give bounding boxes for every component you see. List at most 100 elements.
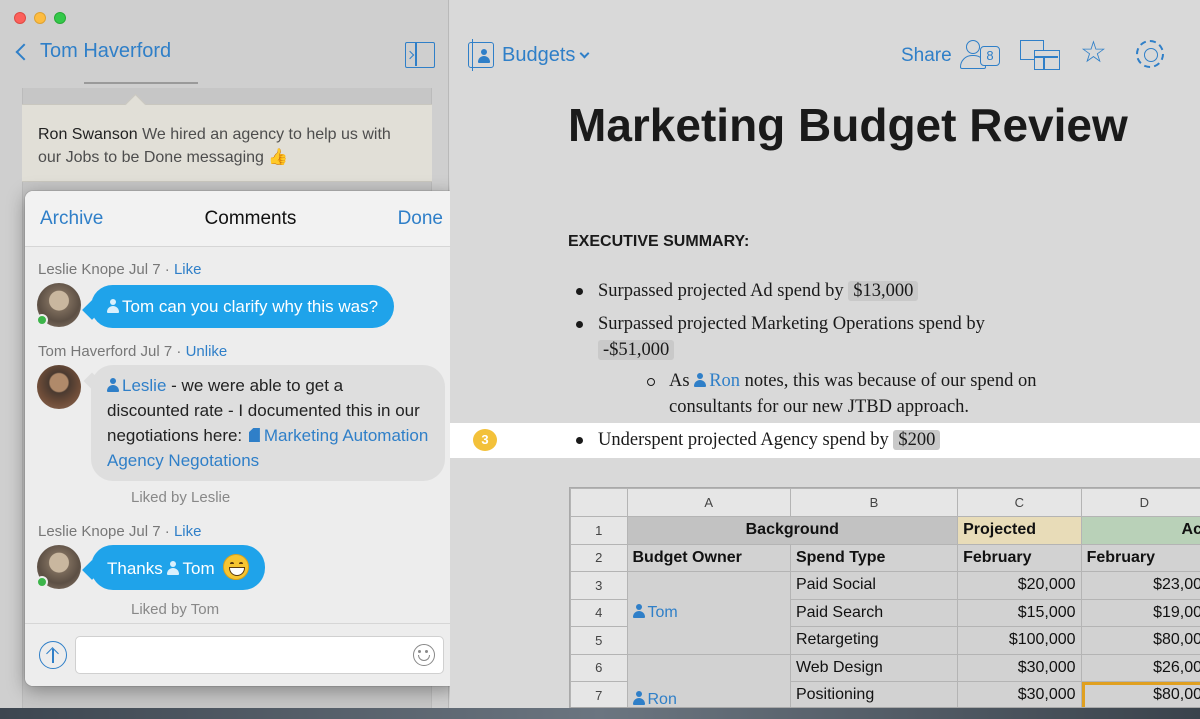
bullet-item[interactable]: Underspent projected Agency spend by $20… xyxy=(575,427,941,453)
mention-name: Tom xyxy=(182,559,215,578)
mention-leslie[interactable]: Leslie xyxy=(107,376,166,395)
comments-popover: Archive Comments Done Leslie Knope Jul 7… xyxy=(25,191,458,686)
chevron-left-icon xyxy=(15,43,33,60)
person-icon xyxy=(107,299,119,313)
bullet-item[interactable]: Surpassed projected Marketing Operations… xyxy=(576,311,1038,363)
spreadsheet[interactable]: A B C D 1 Background Projected Ac 2 Budg… xyxy=(569,487,1200,708)
owner-cell[interactable]: Ron xyxy=(626,653,791,708)
emoji-picker-icon[interactable] xyxy=(413,644,435,666)
sub-bullet-item[interactable]: As Ron notes, this was because of our sp… xyxy=(647,368,1089,420)
mention-ron[interactable]: Ron xyxy=(694,371,740,391)
folder-dropdown[interactable]: Budgets xyxy=(502,44,590,67)
close-window-button[interactable] xyxy=(14,12,26,24)
cell[interactable]: $100,000 xyxy=(957,626,1082,655)
row-number[interactable]: 1 xyxy=(570,516,628,545)
person-icon xyxy=(167,561,180,575)
cell[interactable]: Positioning xyxy=(789,681,959,707)
section-heading[interactable]: EXECUTIVE SUMMARY: xyxy=(568,233,749,251)
amount-chip: -$51,000 xyxy=(598,340,675,360)
online-status-icon xyxy=(36,314,48,326)
comment-bubble[interactable]: Thanks Tom xyxy=(91,545,266,590)
cell[interactable]: $20,000 xyxy=(957,571,1082,600)
document-title[interactable]: Marketing Budget Review xyxy=(568,98,1128,152)
row-number[interactable]: 7 xyxy=(570,681,628,707)
cell[interactable]: $80,00 xyxy=(1080,681,1200,707)
share-button[interactable]: Share xyxy=(901,45,952,67)
cell[interactable]: $30,000 xyxy=(957,681,1082,707)
header-cell[interactable]: Budget Owner xyxy=(626,543,791,572)
amount-chip: $200 xyxy=(893,430,941,450)
comment-bubble[interactable]: Leslie - we were able to get a discounte… xyxy=(91,365,445,481)
maximize-window-button[interactable] xyxy=(54,12,66,24)
back-button[interactable]: Tom Haverford xyxy=(14,40,171,63)
document-people-icon[interactable] xyxy=(468,39,494,71)
header-cell[interactable]: February xyxy=(957,543,1082,572)
row-number[interactable]: 3 xyxy=(570,571,628,600)
row-number[interactable]: 2 xyxy=(570,543,628,572)
cell[interactable]: Retargeting xyxy=(789,626,959,655)
mention-tom[interactable]: Tom xyxy=(167,559,215,578)
comment-meta: Leslie Knope Jul 7 · Like xyxy=(38,261,202,278)
avatar[interactable] xyxy=(36,283,81,327)
like-button[interactable]: Like xyxy=(174,523,202,540)
grinning-face-icon xyxy=(223,554,250,580)
comment-text: Thanks xyxy=(107,559,163,578)
group-header-cell[interactable]: Background xyxy=(626,516,959,545)
bullet-item[interactable]: Surpassed projected Ad spend by $13,000 xyxy=(575,278,919,304)
person-icon xyxy=(632,690,645,705)
done-button[interactable]: Done xyxy=(398,208,443,230)
liked-by: Liked by Leslie xyxy=(131,489,231,506)
members-icon[interactable]: 8 xyxy=(960,38,1000,72)
message-author: Ron Swanson xyxy=(38,126,138,143)
row-number[interactable]: 6 xyxy=(570,653,628,682)
star-icon[interactable]: ☆ xyxy=(1080,38,1107,68)
mention-tom[interactable]: Tom xyxy=(107,297,154,316)
column-header[interactable]: B xyxy=(789,488,959,517)
comment-date: Jul 7 xyxy=(128,523,161,540)
group-header-cell[interactable]: Ac xyxy=(1080,516,1200,545)
tab-indicator xyxy=(84,82,198,84)
send-arrow-up-icon[interactable] xyxy=(39,641,67,669)
gear-icon[interactable] xyxy=(1136,40,1164,68)
ron-message[interactable]: Ron Swanson We hired an agency to help u… xyxy=(22,104,432,182)
header-cell[interactable]: Spend Type xyxy=(789,543,959,572)
cell[interactable]: $26,00 xyxy=(1080,653,1200,682)
group-header-cell[interactable]: Projected xyxy=(957,516,1082,545)
avatar[interactable] xyxy=(36,545,81,589)
comment-input[interactable] xyxy=(75,636,444,674)
archive-button[interactable]: Archive xyxy=(40,208,103,230)
layout-icon[interactable] xyxy=(1020,40,1060,70)
desktop-background xyxy=(0,708,1200,719)
column-header[interactable]: C xyxy=(957,488,1082,517)
collapse-panel-icon[interactable] xyxy=(405,42,435,68)
document-icon xyxy=(248,428,260,442)
column-header[interactable]: A xyxy=(626,488,791,517)
cell[interactable]: Paid Search xyxy=(789,598,959,627)
comment-text: can you clarify why this was? xyxy=(158,297,379,316)
cell[interactable]: $19,00 xyxy=(1080,598,1200,627)
like-button[interactable]: Like xyxy=(174,261,202,278)
person-icon xyxy=(694,373,707,387)
corner-cell[interactable] xyxy=(570,488,628,517)
cell[interactable]: $30,000 xyxy=(957,653,1082,682)
row-number[interactable]: 5 xyxy=(570,626,628,655)
column-header[interactable]: D xyxy=(1080,488,1200,517)
cell[interactable]: Paid Social xyxy=(789,571,959,600)
cell[interactable]: $23,00 xyxy=(1080,571,1200,600)
cell[interactable]: $15,000 xyxy=(957,598,1082,627)
unlike-button[interactable]: Unlike xyxy=(186,343,228,360)
minimize-window-button[interactable] xyxy=(34,12,46,24)
row-number[interactable]: 4 xyxy=(570,598,628,627)
header-cell[interactable]: February xyxy=(1080,543,1200,572)
comment-date: Jul 7 xyxy=(128,261,161,278)
mention-name: Ron xyxy=(709,371,741,391)
comment-count-badge[interactable]: 3 xyxy=(473,429,497,451)
owner-cell[interactable]: Tom xyxy=(626,571,791,655)
comment-bubble[interactable]: Tom can you clarify why this was? xyxy=(91,285,395,328)
comment-meta: Tom Haverford Jul 7 · Unlike xyxy=(38,343,228,360)
cell[interactable]: Web Design xyxy=(789,653,959,682)
cell[interactable]: $80,00 xyxy=(1080,626,1200,655)
owner-name: Ron xyxy=(647,690,677,708)
mention-name: Tom xyxy=(122,297,155,316)
avatar[interactable] xyxy=(37,365,81,409)
